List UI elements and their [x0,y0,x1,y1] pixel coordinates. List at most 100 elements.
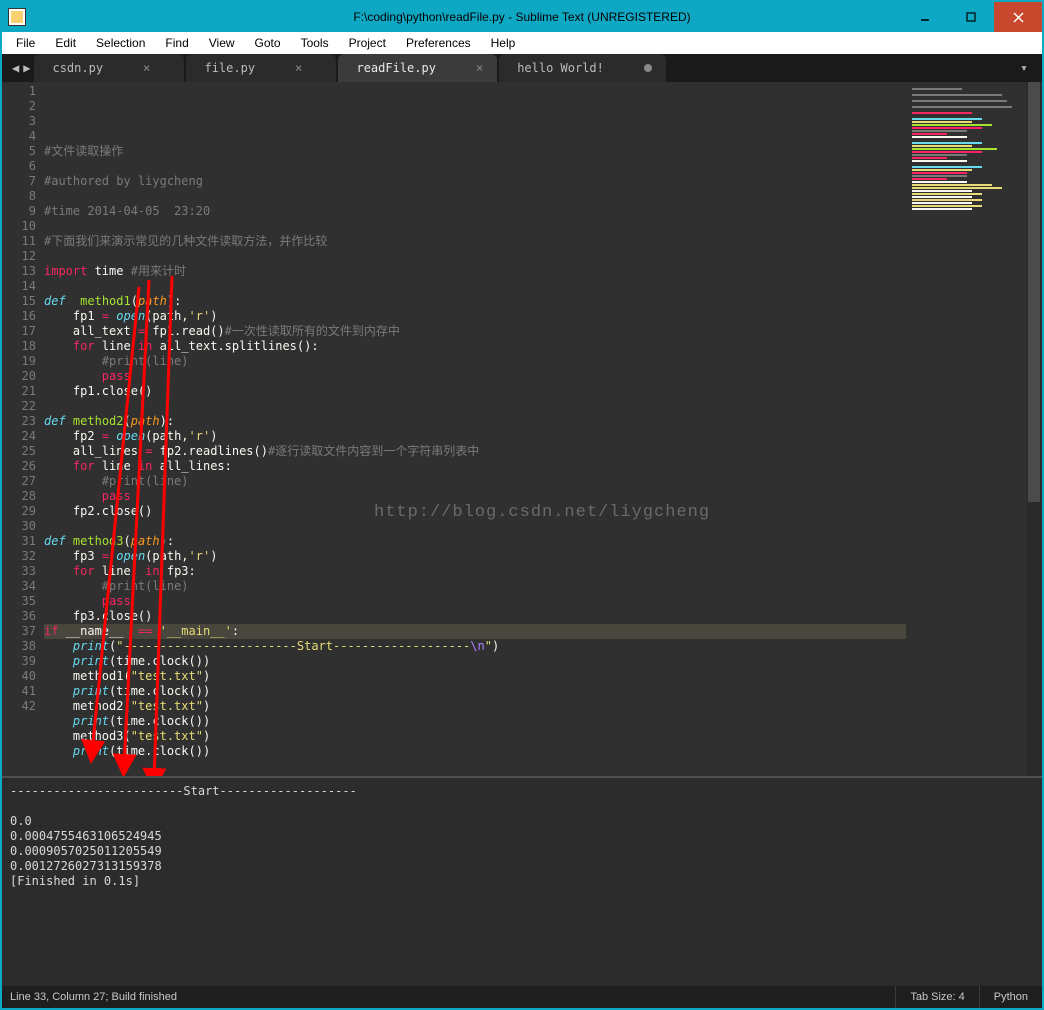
code-line[interactable] [44,279,906,294]
menu-file[interactable]: File [6,32,45,54]
code-line[interactable]: #print(line) [44,354,906,369]
line-number: 2 [2,99,36,114]
status-tabsize[interactable]: Tab Size: 4 [895,986,978,1008]
code-line[interactable]: def method2(path): [44,414,906,429]
code-line[interactable]: fp2 = open(path,'r') [44,429,906,444]
maximize-button[interactable] [948,2,994,32]
code-area[interactable]: http://blog.csdn.net/liygcheng #文件读取操作#a… [44,82,906,776]
line-number: 32 [2,549,36,564]
code-line[interactable] [44,519,906,534]
code-line[interactable] [44,249,906,264]
menu-find[interactable]: Find [155,32,198,54]
minimize-button[interactable] [902,2,948,32]
line-number: 19 [2,354,36,369]
tab-overflow-icon[interactable]: ▾ [1012,54,1036,82]
tab-bar: ◀ ▶ csdn.py×file.py×readFile.py×hello Wo… [2,54,1042,82]
line-number: 26 [2,459,36,474]
code-line[interactable] [44,219,906,234]
tab-hello-world-[interactable]: hello World! [499,54,666,82]
code-line[interactable]: #time 2014-04-05 23:20 [44,204,906,219]
code-line[interactable]: pass [44,489,906,504]
line-number: 9 [2,204,36,219]
code-line[interactable]: print(time.clock()) [44,744,906,759]
code-line[interactable] [44,399,906,414]
line-number: 6 [2,159,36,174]
code-line[interactable]: fp1 = open(path,'r') [44,309,906,324]
code-line[interactable]: #authored by liygcheng [44,174,906,189]
code-line[interactable] [44,759,906,774]
code-line[interactable]: fp3.close() [44,609,906,624]
code-line[interactable]: pass [44,369,906,384]
tab-readfile-py[interactable]: readFile.py× [338,54,497,82]
code-line[interactable] [44,159,906,174]
menu-selection[interactable]: Selection [86,32,155,54]
code-line[interactable]: print(time.clock()) [44,684,906,699]
tab-label: file.py [204,61,255,75]
code-line[interactable]: print(time.clock()) [44,654,906,669]
code-line[interactable]: for line in all_lines: [44,459,906,474]
line-number: 34 [2,579,36,594]
close-button[interactable] [994,2,1042,32]
minimize-icon [920,12,930,22]
scrollbar-thumb[interactable] [1028,82,1040,502]
line-number: 42 [2,699,36,714]
line-number: 12 [2,249,36,264]
code-line[interactable]: method1("test.txt") [44,669,906,684]
app-icon [8,8,26,26]
code-line[interactable]: print(time.clock()) [44,714,906,729]
code-line[interactable]: method2("test.txt") [44,699,906,714]
line-number: 28 [2,489,36,504]
code-line[interactable]: for line in all_text.splitlines(): [44,339,906,354]
menu-preferences[interactable]: Preferences [396,32,481,54]
status-position[interactable]: Line 33, Column 27; Build finished [2,991,895,1003]
line-number: 24 [2,429,36,444]
line-number: 21 [2,384,36,399]
line-number: 40 [2,669,36,684]
title-bar[interactable]: F:\coding\python\readFile.py - Sublime T… [2,2,1042,32]
tab-close-icon[interactable]: × [295,61,302,75]
tab-prev-icon[interactable]: ◀ [12,61,19,75]
menu-project[interactable]: Project [339,32,396,54]
code-line[interactable]: #print(line) [44,474,906,489]
code-line[interactable]: #文件读取操作 [44,144,906,159]
code-line[interactable] [44,189,906,204]
line-number: 39 [2,654,36,669]
code-line[interactable]: #print(line) [44,579,906,594]
menu-view[interactable]: View [199,32,245,54]
line-number: 36 [2,609,36,624]
tab-nav: ◀ ▶ [8,54,34,82]
tab-close-icon[interactable]: × [143,61,150,75]
line-number: 29 [2,504,36,519]
tab-close-icon[interactable]: × [476,61,483,75]
code-line[interactable]: method3("test.txt") [44,729,906,744]
menu-goto[interactable]: Goto [245,32,291,54]
tab-next-icon[interactable]: ▶ [23,61,30,75]
code-line[interactable]: if __name__ == '__main__': [44,624,906,639]
code-line[interactable]: def method3(path): [44,534,906,549]
code-line[interactable]: #下面我们来演示常见的几种文件读取方法，并作比较 [44,234,906,249]
menu-help[interactable]: Help [481,32,526,54]
code-line[interactable]: fp3 = open(path,'r') [44,549,906,564]
code-line[interactable]: for line in fp3: [44,564,906,579]
tab-dirty-icon [644,64,652,72]
code-line[interactable]: fp1.close() [44,384,906,399]
code-line[interactable]: all_text = fp1.read()#一次性读取所有的文件到内存中 [44,324,906,339]
code-line[interactable]: def method1(path): [44,294,906,309]
status-syntax[interactable]: Python [979,986,1042,1008]
line-number: 15 [2,294,36,309]
tab-file-py[interactable]: file.py × [186,54,336,82]
menu-tools[interactable]: Tools [291,32,339,54]
code-line[interactable]: print("------------------------Start----… [44,639,906,654]
code-line[interactable]: fp2.close() [44,504,906,519]
code-line[interactable]: import time #用来计时 [44,264,906,279]
maximize-icon [966,12,976,22]
menu-edit[interactable]: Edit [45,32,86,54]
code-line[interactable]: pass [44,594,906,609]
tab-csdn-py[interactable]: csdn.py× [34,54,184,82]
line-number: 10 [2,219,36,234]
line-number: 8 [2,189,36,204]
minimap[interactable] [906,82,1026,776]
build-output[interactable]: ------------------------Start-----------… [2,778,1042,986]
vertical-scrollbar[interactable] [1026,82,1042,776]
code-line[interactable]: all_lines = fp2.readlines()#逐行读取文件内容到一个字… [44,444,906,459]
